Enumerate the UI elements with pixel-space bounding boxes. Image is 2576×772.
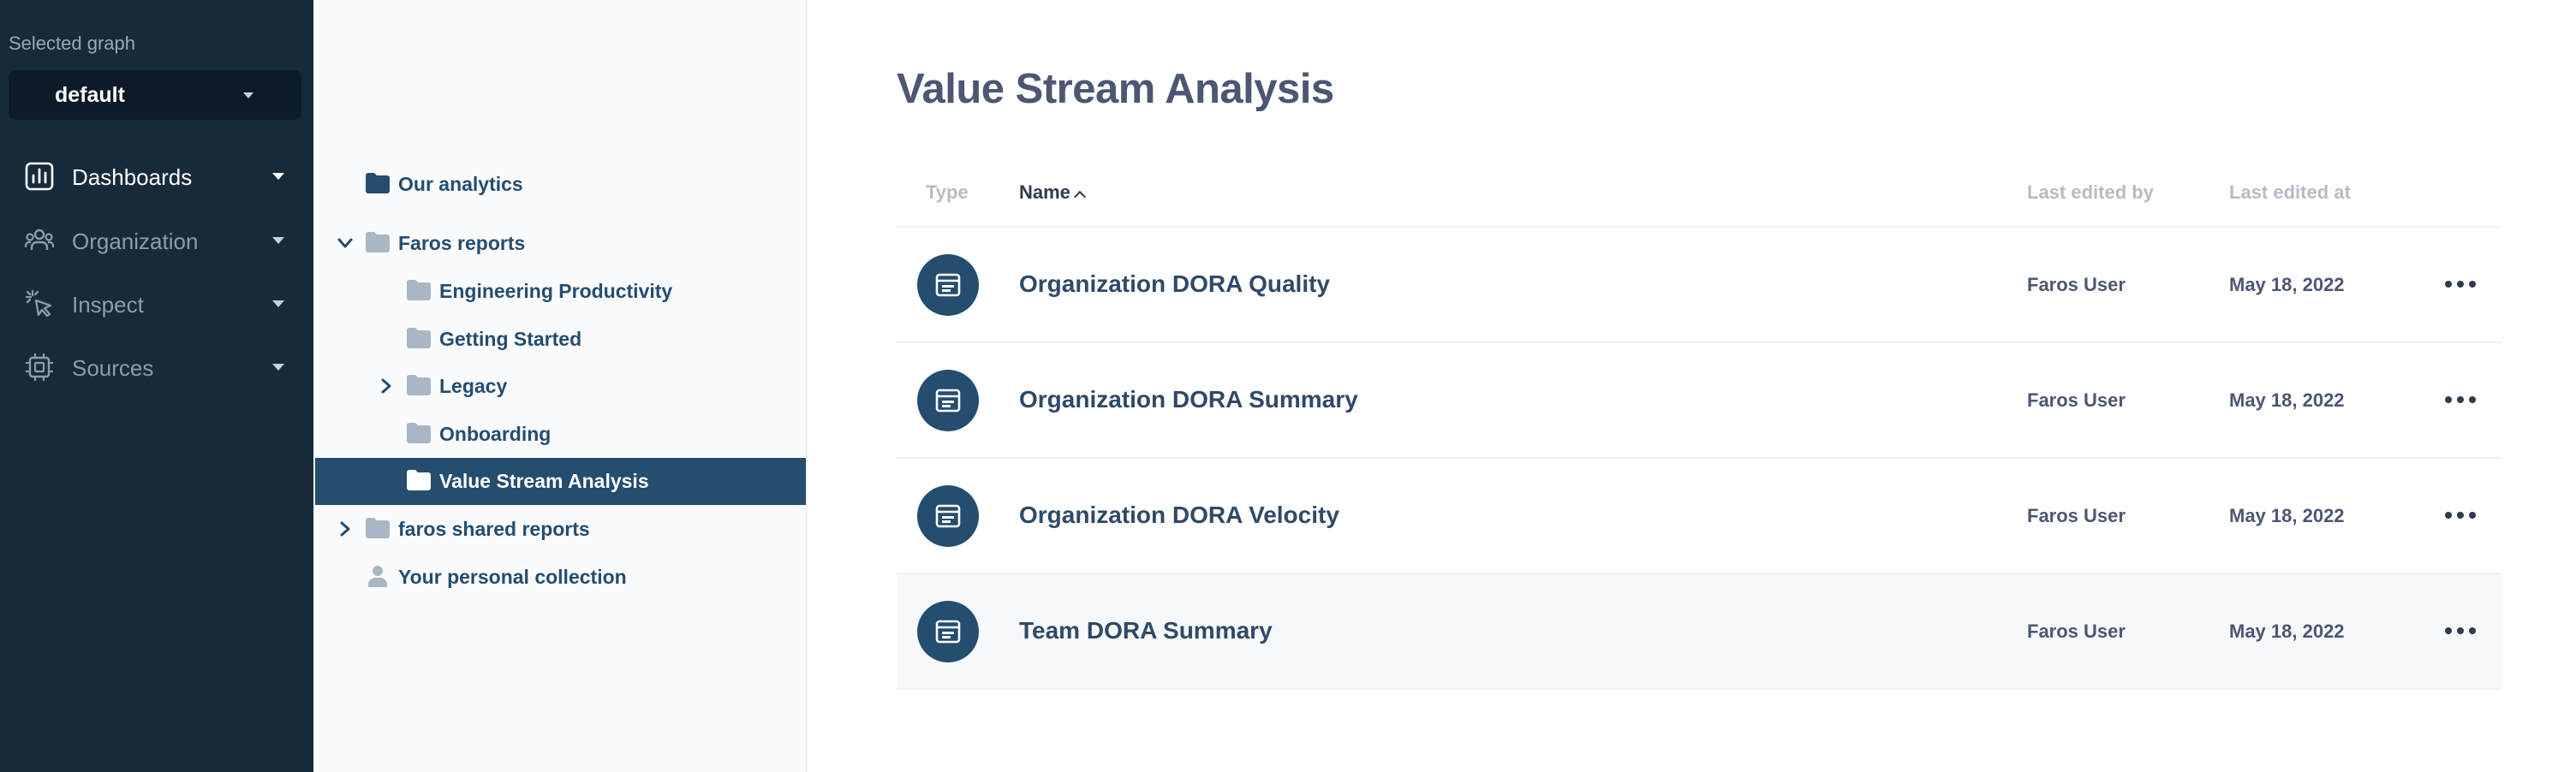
nav-item-inspect[interactable]: Inspect [0,278,313,330]
tree-item-label: faros shared reports [398,518,590,540]
nav-item-label: Inspect [72,292,144,318]
table-row[interactable]: Organization DORA Quality Faros User May… [897,228,2501,343]
person-icon [368,566,387,587]
nav-item-dashboards[interactable]: Dashboards [0,151,313,202]
chip-icon [26,353,53,381]
table-row[interactable]: Team DORA Summary Faros User May 18, 202… [897,574,2501,690]
tree-item-label: Engineering Productivity [439,280,673,302]
last-edited-at: May 18, 2022 [2229,274,2345,295]
tree-item-faros-reports[interactable]: Faros reports [313,220,808,267]
tree-item-getting-started[interactable]: Getting Started [313,316,808,363]
graph-select-value: default [55,83,125,107]
column-header-name[interactable]: Name [1019,181,1086,204]
last-edited-at: May 18, 2022 [2229,505,2345,526]
tree-item-label: Value Stream Analysis [439,470,649,492]
column-header-last-edited-at[interactable]: Last edited at [2229,181,2351,204]
page-title: Value Stream Analysis [897,66,1334,112]
tree-item-legacy[interactable]: Legacy [313,363,808,410]
folder-icon [407,280,431,300]
chevron-right-icon[interactable] [375,375,397,397]
last-edited-by: Faros User [2027,505,2126,526]
tree-item-value-stream-analysis[interactable]: Value Stream Analysis [315,458,806,505]
items-table: Type Name Last edited by Last edited at … [897,163,2501,690]
nav-item-sources[interactable]: Sources [0,341,313,393]
tree-item-label: Getting Started [439,328,582,350]
more-options-icon[interactable] [2445,508,2479,524]
caret-down-icon [272,173,284,180]
caret-down-icon [243,92,253,98]
folder-icon [366,518,390,538]
chevron-down-icon[interactable] [334,232,356,254]
people-icon [24,229,55,250]
tree-item-personal-collection[interactable]: Your personal collection [313,554,808,601]
caret-down-icon [272,364,284,371]
dashboard-name-link[interactable]: Organization DORA Velocity [1019,502,1339,529]
bar-chart-icon [25,162,54,191]
tree-item-label: Faros reports [398,232,526,254]
graph-select[interactable]: default [9,70,301,120]
caret-down-icon [272,237,284,244]
dashboard-type-icon [917,485,979,547]
table-header: Type Name Last edited by Last edited at [897,163,2501,228]
dashboard-type-icon [917,601,979,662]
main-navigation: Selected graph default Dashboards Organi… [0,0,313,772]
folder-icon [366,232,390,252]
folder-icon [407,470,431,490]
folder-icon [407,423,431,443]
tree-item-faros-shared-reports[interactable]: faros shared reports [313,506,808,553]
folder-icon [366,173,390,193]
last-edited-by: Faros User [2027,621,2126,642]
nav-item-organization[interactable]: Organization [0,215,313,266]
tree-item-label: Your personal collection [398,566,627,588]
nav-item-label: Organization [72,229,199,254]
table-row[interactable]: Organization DORA Summary Faros User May… [897,343,2501,459]
cursor-click-icon [25,289,52,318]
caret-down-icon [272,300,284,307]
more-options-icon[interactable] [2445,277,2479,293]
tree-item-onboarding[interactable]: Onboarding [313,411,808,458]
tree-item-label: Legacy [439,375,508,397]
folder-icon [407,375,431,395]
main-content: Value Stream Analysis Type Name Last edi… [809,0,2576,772]
last-edited-at: May 18, 2022 [2229,621,2345,642]
column-header-name-label: Name [1019,181,1070,203]
more-options-icon[interactable] [2445,393,2479,408]
folder-icon [407,328,431,348]
column-header-last-edited-by[interactable]: Last edited by [2027,181,2154,204]
tree-item-label: Onboarding [439,423,552,445]
last-edited-by: Faros User [2027,389,2126,411]
nav-item-label: Dashboards [72,164,193,190]
last-edited-by: Faros User [2027,274,2126,295]
tree-item-engineering-productivity[interactable]: Engineering Productivity [313,268,808,315]
nav-item-label: Sources [72,355,154,381]
tree-item-our-analytics[interactable]: Our analytics [313,161,808,208]
dashboard-name-link[interactable]: Organization DORA Quality [1019,270,1330,298]
selected-graph-label: Selected graph [9,33,135,54]
column-header-type: Type [926,181,969,203]
table-row[interactable]: Organization DORA Velocity Faros User Ma… [897,459,2501,574]
chevron-right-icon[interactable] [334,518,356,540]
dashboard-name-link[interactable]: Team DORA Summary [1019,617,1273,644]
dashboard-type-icon [917,254,979,316]
sort-ascending-icon [1073,190,1086,204]
last-edited-at: May 18, 2022 [2229,389,2345,411]
collection-tree: Our analytics Faros reports Engineering … [313,0,808,772]
dashboard-type-icon [917,370,979,431]
tree-item-label: Our analytics [398,173,523,195]
more-options-icon[interactable] [2445,624,2479,639]
dashboard-name-link[interactable]: Organization DORA Summary [1019,386,1358,413]
